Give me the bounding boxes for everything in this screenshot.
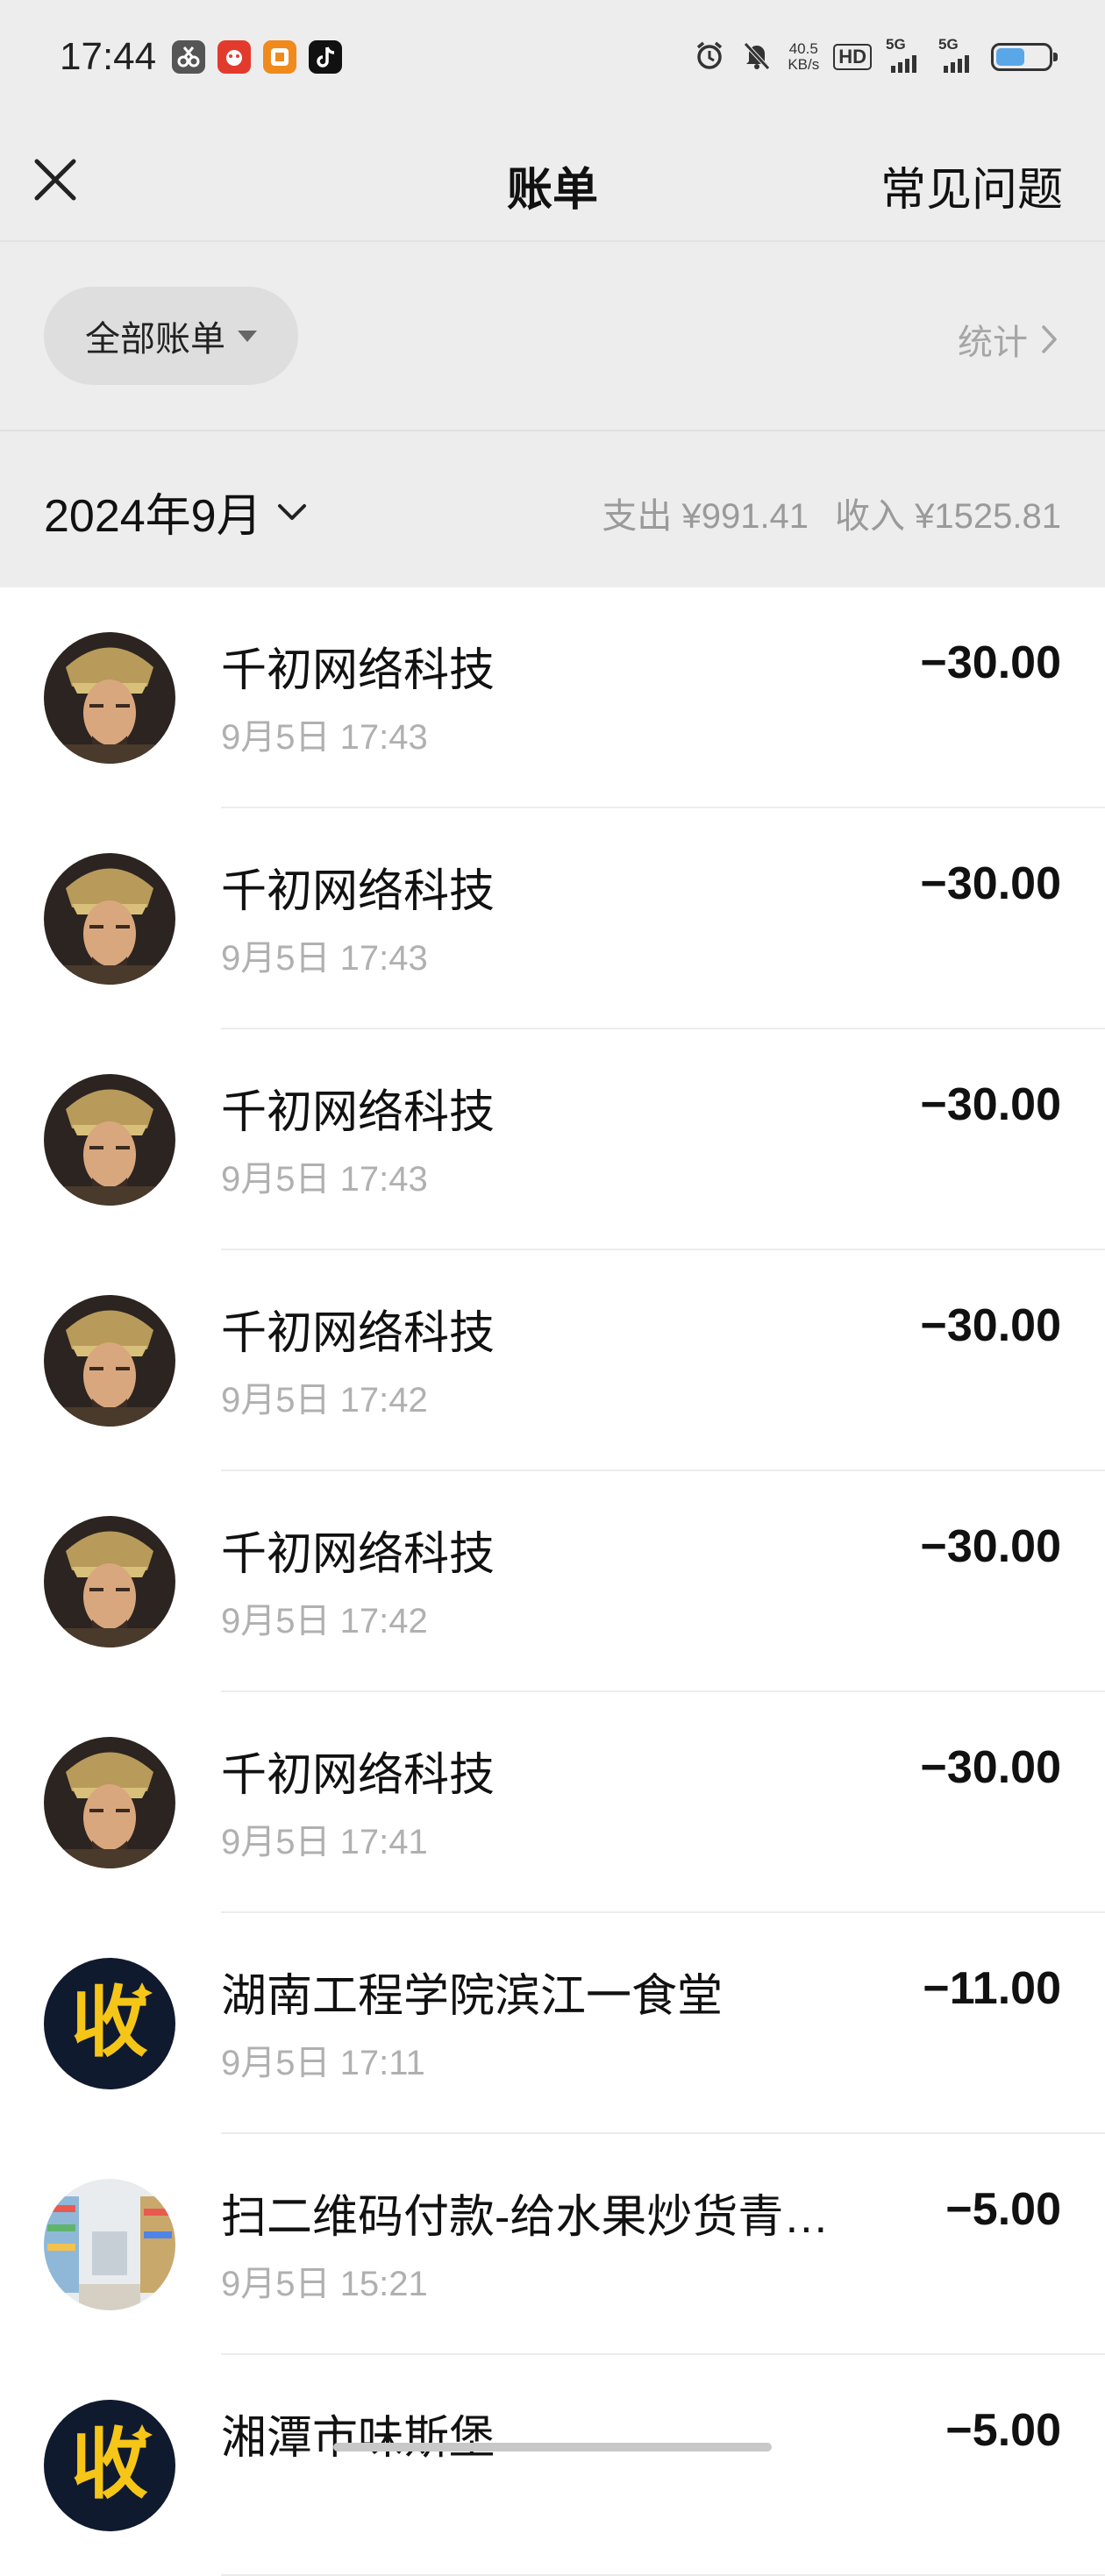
transaction-time: 9月5日 17:43 bbox=[221, 718, 428, 757]
status-bar: 17:44 40.5 KB/s HD 5G 5G bbox=[0, 0, 1105, 123]
net-speed-value: 40.5 bbox=[788, 40, 818, 57]
portrait-avatar bbox=[44, 853, 175, 985]
orange-app-icon bbox=[263, 40, 296, 74]
stats-link[interactable]: 统计 bbox=[958, 314, 1059, 365]
hd-badge: HD bbox=[833, 44, 872, 70]
signal-5g-1: 5G bbox=[886, 36, 924, 73]
status-time: 17:44 bbox=[60, 35, 157, 78]
transaction-time: 9月5日 15:21 bbox=[221, 2265, 428, 2303]
transaction-amount: −11.00 bbox=[923, 1963, 1061, 2014]
merchant-name: 湘潭市味斯堡 bbox=[221, 2413, 495, 2464]
transaction-amount: −30.00 bbox=[920, 858, 1062, 909]
scissors-app-icon bbox=[172, 40, 205, 74]
transaction-amount: −5.00 bbox=[945, 2184, 1061, 2235]
bill-filter-dropdown[interactable]: 全部账单 bbox=[44, 287, 298, 385]
transaction-row[interactable]: 千初网络科技 9月5日 17:41 −30.00 bbox=[0, 1692, 1105, 1913]
transaction-time: 9月5日 17:43 bbox=[221, 939, 428, 978]
portrait-avatar bbox=[44, 1295, 175, 1427]
merchant-name: 千初网络科技 bbox=[221, 645, 495, 696]
net-speed: 40.5 KB/s bbox=[788, 41, 819, 73]
portrait-avatar bbox=[44, 632, 175, 764]
nav-bar: 账单 常见问题 bbox=[0, 123, 1105, 242]
month-label: 2024年9月 bbox=[44, 491, 262, 542]
transaction-time: 9月5日 17:41 bbox=[221, 1823, 428, 1861]
transaction-amount: −30.00 bbox=[920, 1742, 1062, 1793]
merchant-name: 千初网络科技 bbox=[221, 866, 495, 917]
shop-photo-avatar bbox=[44, 2179, 175, 2310]
portrait-avatar bbox=[44, 1737, 175, 1868]
transaction-time: 9月5日 17:11 bbox=[221, 2044, 425, 2082]
bill-filter-label: 全部账单 bbox=[85, 320, 225, 359]
transaction-amount: −30.00 bbox=[920, 1079, 1062, 1130]
faq-link[interactable]: 常见问题 bbox=[880, 153, 1063, 218]
signal-label: 5G bbox=[938, 36, 959, 53]
shou-avatar: 收 bbox=[44, 2400, 175, 2531]
transaction-row[interactable]: 千初网络科技 9月5日 17:43 −30.00 bbox=[0, 587, 1105, 808]
transaction-list: 千初网络科技 9月5日 17:43 −30.00 千初网络科技 9月5日 17:… bbox=[0, 587, 1105, 2576]
signal-label: 5G bbox=[886, 36, 906, 53]
transaction-row[interactable]: 千初网络科技 9月5日 17:42 −30.00 bbox=[0, 1471, 1105, 1692]
transaction-amount: −30.00 bbox=[920, 637, 1062, 688]
shou-avatar: 收 bbox=[44, 1958, 175, 2089]
transaction-amount: −30.00 bbox=[920, 1300, 1062, 1351]
chevron-right-icon bbox=[1042, 325, 1057, 353]
expense-total: 支出 ¥991.41 bbox=[602, 497, 809, 536]
transaction-time: 9月5日 17:42 bbox=[221, 1381, 428, 1420]
transaction-row[interactable]: 收 湖南工程学院滨江一食堂 9月5日 17:11 −11.00 bbox=[0, 1913, 1105, 2134]
net-speed-unit: KB/s bbox=[788, 56, 820, 73]
alarm-icon bbox=[693, 39, 726, 76]
mute-bell-icon bbox=[740, 39, 774, 76]
chevron-down-icon bbox=[277, 503, 306, 520]
merchant-name: 湖南工程学院滨江一食堂 bbox=[221, 1971, 724, 2022]
transaction-amount: −30.00 bbox=[920, 1521, 1062, 1572]
transaction-row[interactable]: 千初网络科技 9月5日 17:43 −30.00 bbox=[0, 808, 1105, 1029]
battery-level bbox=[996, 48, 1024, 66]
merchant-name: 千初网络科技 bbox=[221, 1087, 495, 1138]
transaction-time: 9月5日 17:42 bbox=[221, 1602, 428, 1640]
transaction-amount: −5.00 bbox=[945, 2405, 1061, 2456]
stats-label: 统计 bbox=[958, 324, 1028, 362]
merchant-name: 扫二维码付款-给水果炒货青… bbox=[221, 2192, 830, 2243]
merchant-name: 千初网络科技 bbox=[221, 1750, 495, 1801]
red-app-icon bbox=[217, 40, 251, 74]
transaction-row[interactable]: 千初网络科技 9月5日 17:43 −30.00 bbox=[0, 1029, 1105, 1250]
merchant-name: 千初网络科技 bbox=[221, 1529, 495, 1580]
home-indicator[interactable] bbox=[333, 2443, 772, 2451]
month-totals: 支出 ¥991.41 收入 ¥1525.81 bbox=[602, 487, 1061, 538]
battery-icon bbox=[991, 43, 1058, 71]
status-indicators: 40.5 KB/s HD 5G 5G bbox=[693, 35, 1058, 79]
transaction-time: 9月5日 17:43 bbox=[221, 1160, 428, 1199]
merchant-name: 千初网络科技 bbox=[221, 1308, 495, 1359]
month-header: 2024年9月 支出 ¥991.41 收入 ¥1525.81 bbox=[0, 430, 1105, 587]
transaction-row[interactable]: 扫二维码付款-给水果炒货青… 9月5日 15:21 −5.00 bbox=[0, 2134, 1105, 2355]
signal-5g-2: 5G bbox=[938, 36, 977, 73]
portrait-avatar bbox=[44, 1074, 175, 1206]
transaction-row[interactable]: 千初网络科技 9月5日 17:42 −30.00 bbox=[0, 1250, 1105, 1471]
filter-bar: 全部账单 统计 bbox=[0, 242, 1105, 430]
transaction-row[interactable]: 收 湘潭市味斯堡 −5.00 bbox=[0, 2355, 1105, 2576]
caret-down-icon bbox=[238, 330, 257, 342]
portrait-avatar bbox=[44, 1516, 175, 1647]
income-total: 收入 ¥1525.81 bbox=[835, 497, 1061, 536]
month-selector[interactable]: 2024年9月 bbox=[44, 479, 308, 544]
tiktok-icon bbox=[309, 40, 342, 74]
